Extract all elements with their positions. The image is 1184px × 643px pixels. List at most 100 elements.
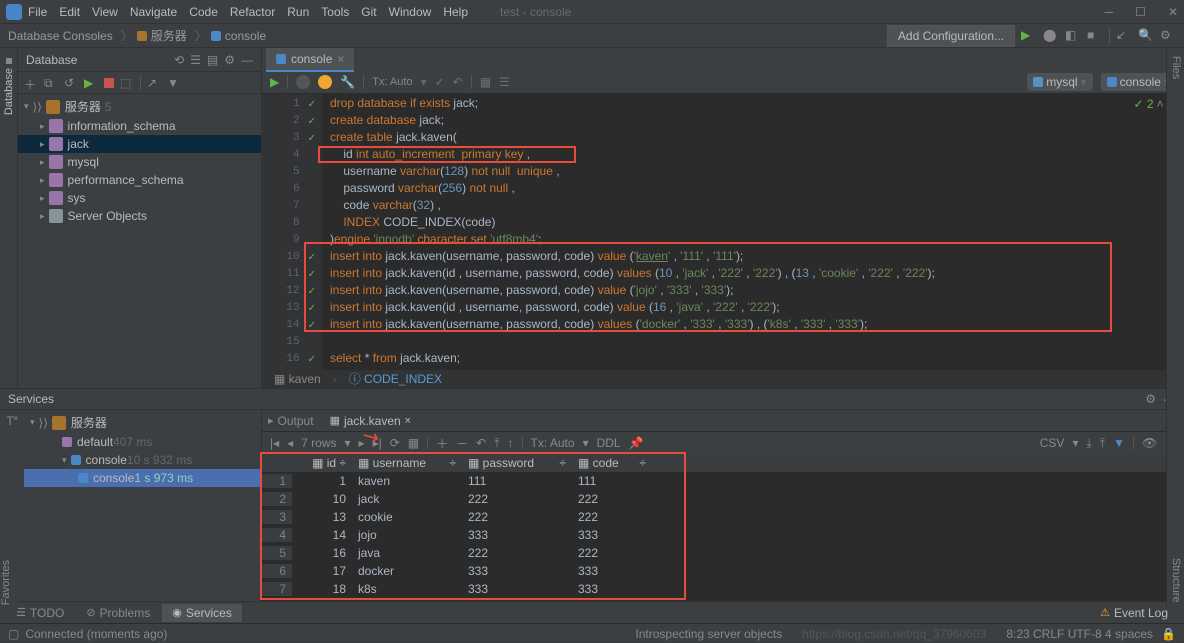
- breadcrumb[interactable]: Database Consoles: [8, 29, 113, 43]
- db-filter-icon[interactable]: ☰: [190, 53, 201, 67]
- files-tool-tab[interactable]: Files: [1170, 56, 1182, 79]
- run-icon[interactable]: ▶: [1021, 28, 1037, 44]
- next-page-icon[interactable]: ▸: [359, 436, 365, 450]
- table-row[interactable]: 516java222222: [262, 544, 1184, 562]
- coverage-icon[interactable]: ◧: [1065, 28, 1081, 44]
- table-row[interactable]: 718k8s333333: [262, 580, 1184, 598]
- minimize-icon[interactable]: ─: [1105, 5, 1114, 19]
- git-update-icon[interactable]: ↙: [1116, 28, 1132, 44]
- menu-refactor[interactable]: Refactor: [230, 5, 275, 19]
- status-right[interactable]: 8:23 CRLF UTF-8 4 spaces: [1006, 627, 1153, 641]
- history-icon[interactable]: [296, 75, 310, 89]
- funnel-icon[interactable]: ▼: [167, 76, 181, 90]
- remove-row-icon[interactable]: －: [456, 435, 468, 452]
- funnel2-icon[interactable]: ▼: [1113, 436, 1125, 450]
- ddl-button[interactable]: DDL: [597, 436, 621, 450]
- favorites-tool-tab[interactable]: Favorites: [0, 560, 12, 605]
- table-row[interactable]: 617docker333333: [262, 562, 1184, 580]
- lock-icon[interactable]: 🔒: [1161, 627, 1176, 641]
- tx-mode[interactable]: Tx: Auto: [372, 76, 412, 88]
- console-chip[interactable]: console▾: [1101, 73, 1176, 91]
- breadcrumb[interactable]: 服务器: [151, 27, 187, 44]
- tree-schema[interactable]: ▸information_schema: [18, 117, 261, 135]
- col-username[interactable]: ▦ username ÷: [352, 456, 462, 470]
- menu-help[interactable]: Help: [443, 5, 468, 19]
- pending-icon[interactable]: [318, 75, 332, 89]
- menu-edit[interactable]: Edit: [59, 5, 80, 19]
- pin-icon[interactable]: 📌: [629, 436, 644, 450]
- db-sync-icon[interactable]: ⟲: [174, 53, 184, 67]
- tree-server[interactable]: ▾⟩⟩ 服务器 5: [18, 96, 261, 117]
- main-menu[interactable]: File Edit View Navigate Code Refactor Ru…: [28, 5, 480, 19]
- jump-icon[interactable]: ↗: [147, 76, 161, 90]
- left-stripe-bottom[interactable]: Favorites: [0, 430, 18, 610]
- right-stripe[interactable]: Files Structure: [1166, 48, 1184, 608]
- tree-schema[interactable]: ▸sys: [18, 189, 261, 207]
- stop-icon[interactable]: ■: [1087, 28, 1103, 44]
- db-tree[interactable]: ▾⟩⟩ 服务器 5 ▸information_schema ▸jack ▸mys…: [18, 94, 261, 227]
- gutter[interactable]: 1✓ 2✓ 3✓ 4✓ 5✓ 6✓ 7✓ 8✓ 9✓ 10✓ 11✓ 12✓ 1…: [262, 94, 322, 370]
- submit-icon[interactable]: ⤒: [494, 436, 499, 451]
- tree-schema-jack[interactable]: ▸jack: [18, 135, 261, 153]
- up-icon[interactable]: ↑: [508, 436, 514, 450]
- maximize-icon[interactable]: ☐: [1135, 5, 1146, 19]
- menu-file[interactable]: File: [28, 5, 47, 19]
- diagram-icon[interactable]: ⬚: [120, 76, 134, 90]
- prev-page-icon[interactable]: ◂: [287, 436, 293, 450]
- close-tab-icon[interactable]: ×: [337, 52, 344, 66]
- db-gear-icon[interactable]: ⚙: [224, 53, 235, 67]
- table-row[interactable]: 210jack222222: [262, 490, 1184, 508]
- execute-icon[interactable]: ▶: [270, 75, 279, 89]
- close-icon[interactable]: ✕: [1168, 5, 1178, 19]
- import-icon[interactable]: ⤒: [1100, 436, 1105, 451]
- table-row[interactable]: 313cookie222222: [262, 508, 1184, 526]
- rows-icon[interactable]: ▦: [408, 436, 419, 450]
- editor-breadcrumb[interactable]: ▦ kaven › ⓘ CODE_INDEX: [262, 370, 1184, 388]
- csv-button[interactable]: CSV: [1040, 436, 1065, 450]
- settings-icon[interactable]: ⚙: [1160, 28, 1176, 44]
- commit-icon[interactable]: ✓: [435, 75, 445, 89]
- tree-schema[interactable]: ▸mysql: [18, 153, 261, 171]
- table-row[interactable]: 414jojo333333: [262, 526, 1184, 544]
- menu-navigate[interactable]: Navigate: [130, 5, 177, 19]
- play-icon[interactable]: ▶: [84, 76, 98, 90]
- hide-panel-icon[interactable]: —: [241, 53, 253, 67]
- menu-view[interactable]: View: [92, 5, 118, 19]
- menu-code[interactable]: Code: [189, 5, 218, 19]
- tab-services[interactable]: ◉ Services: [162, 604, 242, 622]
- code-editor[interactable]: drop database if exists jack; create dat…: [322, 94, 1184, 370]
- event-log[interactable]: ⚠ Event Log: [1090, 604, 1178, 622]
- first-page-icon[interactable]: |◂: [270, 436, 279, 450]
- tab-problems[interactable]: ⊘ Problems: [76, 604, 160, 622]
- structure-tool-tab[interactable]: Structure: [1170, 558, 1182, 603]
- rows-icon[interactable]: ▦: [480, 75, 491, 89]
- result-grid[interactable]: ▦ id ÷ ▦ username ÷ ▦ password ÷ ▦ code …: [262, 454, 1184, 601]
- add-icon[interactable]: ＋: [24, 76, 38, 90]
- refresh-prev-icon[interactable]: ↺: [64, 76, 78, 90]
- svc-tree[interactable]: ▾⟩⟩服务器 default 407 ms ▾console 10 s 932 …: [24, 410, 261, 601]
- tab-console[interactable]: console ×: [266, 48, 354, 72]
- wrench-icon[interactable]: 🔧: [340, 75, 355, 89]
- breadcrumb[interactable]: console: [225, 29, 266, 43]
- rollback-icon[interactable]: ↶: [453, 75, 463, 89]
- col-id[interactable]: ▦ id ÷: [292, 456, 352, 470]
- col-code[interactable]: ▦ code ÷: [572, 456, 652, 470]
- reload-icon[interactable]: ⟳: [390, 436, 400, 450]
- tab-jackkaven[interactable]: ▦ jack.kaven ×: [330, 414, 412, 428]
- db-view-icon[interactable]: ▤: [207, 53, 218, 67]
- debug-icon[interactable]: ⬤: [1043, 28, 1059, 44]
- svc-gear-icon[interactable]: ⚙: [1145, 392, 1156, 406]
- col-password[interactable]: ▦ password ÷: [462, 456, 572, 470]
- export-icon[interactable]: ⤓: [1086, 436, 1091, 451]
- menu-run[interactable]: Run: [287, 5, 309, 19]
- table-row[interactable]: 11kaven111111: [262, 472, 1184, 490]
- database-tool-tab[interactable]: Database: [3, 68, 15, 115]
- search-icon[interactable]: 🔍: [1138, 28, 1154, 44]
- datasource-chip[interactable]: mysql▾: [1027, 73, 1092, 91]
- settings2-icon[interactable]: ☰: [499, 75, 510, 89]
- last-page-icon[interactable]: ▸|: [373, 436, 382, 450]
- duplicate-icon[interactable]: ⧉: [44, 76, 58, 90]
- tab-output[interactable]: ▸ Output: [268, 414, 314, 428]
- left-stripe[interactable]: Database: [0, 48, 18, 388]
- tx-icon[interactable]: T˟: [6, 414, 17, 428]
